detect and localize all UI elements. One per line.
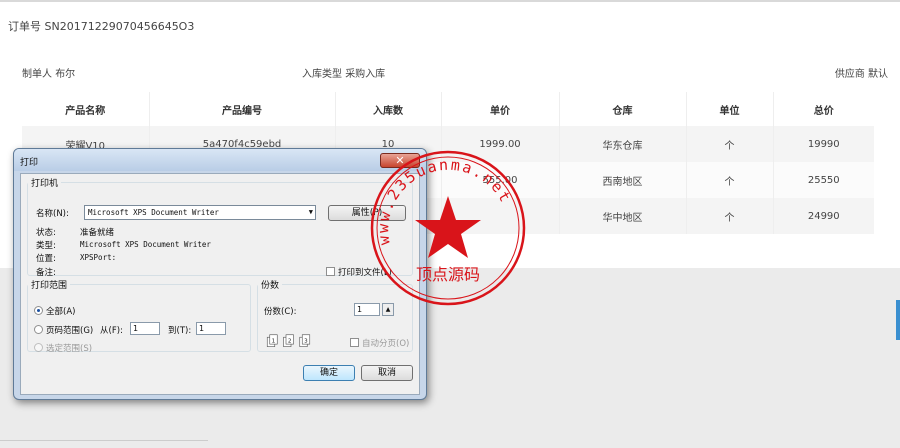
column-header: 仓库 <box>559 92 687 126</box>
print-to-file-checkbox[interactable]: 打印到文件(L) <box>326 266 392 278</box>
range-selection-radio[interactable]: 选定范围(S) <box>34 342 92 354</box>
table-cell: 19990 <box>773 126 874 162</box>
collate-label: 自动分页(O) <box>362 339 410 349</box>
radio-icon <box>34 343 43 352</box>
type-value: Microsoft XPS Document Writer <box>80 240 211 249</box>
where-label: 位置: <box>36 254 56 264</box>
maker-label: 制单人 <box>22 69 52 80</box>
svg-text:1: 1 <box>272 338 276 344</box>
divider <box>0 440 208 441</box>
table-cell: 24990 <box>773 198 874 234</box>
status-label: 状态: <box>36 228 56 238</box>
dialog-titlebar[interactable]: 打印 ✕ <box>14 149 426 171</box>
type-label: 类型: <box>36 241 56 251</box>
column-header: 单位 <box>686 92 774 126</box>
from-label: 从(F): <box>100 326 123 336</box>
range-pages-label: 页码范围(G) <box>46 326 94 336</box>
properties-button[interactable]: 属性(P) <box>328 205 406 221</box>
printer-select[interactable]: Microsoft XPS Document Writer ▼ <box>84 205 316 220</box>
table-cell: 个 <box>686 198 774 234</box>
svg-text:3: 3 <box>304 338 308 344</box>
printer-group-label: 打印机 <box>31 179 59 189</box>
order-number: SN20171229070456645O3 <box>44 20 195 33</box>
table-cell: 25550 <box>773 162 874 198</box>
column-header: 单价 <box>441 92 560 126</box>
table-cell <box>441 198 560 234</box>
print-range-label: 打印范围 <box>31 281 68 291</box>
where-value: XPSPort: <box>80 253 117 262</box>
range-pages-radio[interactable]: 页码范围(G) <box>34 324 93 336</box>
to-label: 到(T): <box>168 326 192 336</box>
table-header-row: 产品名称 产品编号 入库数 单价 仓库 单位 总价 <box>22 92 874 126</box>
supplier-label: 供应商 <box>834 69 865 80</box>
table-cell: 个 <box>686 126 774 162</box>
checkbox-icon <box>350 338 359 347</box>
table-cell: 555.00 <box>441 162 560 198</box>
close-icon: ✕ <box>395 154 405 167</box>
collate-pages-icon: 1 2 3 <box>266 334 311 347</box>
spin-arrows-icon: ▲ <box>385 306 391 313</box>
dialog-title: 打印 <box>20 158 39 168</box>
copies-label: 份数(C): <box>264 307 297 317</box>
copies-input[interactable]: 1 <box>354 303 380 316</box>
range-all-label: 全部(A) <box>46 307 76 317</box>
inbound-type-label: 入库类型 <box>302 69 342 80</box>
inbound-type-value: 采购入库 <box>345 69 386 80</box>
supplier-field: 供应商 默认 <box>835 65 888 80</box>
printer-select-value: Microsoft XPS Document Writer <box>88 208 219 217</box>
order-number-line: 订单号 SN20171229070456645O3 <box>8 18 194 34</box>
column-header: 产品编号 <box>149 92 336 126</box>
ok-button[interactable]: 确定 <box>303 365 355 381</box>
top-divider <box>0 0 900 2</box>
cancel-button[interactable]: 取消 <box>361 365 413 381</box>
chevron-down-icon: ▼ <box>308 208 313 216</box>
order-number-label: 订单号 <box>8 20 41 33</box>
dialog-body: 打印机 名称(N): Microsoft XPS Document Writer… <box>20 173 420 395</box>
scrollbar-edge[interactable] <box>896 300 900 340</box>
collate-checkbox[interactable]: 自动分页(O) <box>350 337 409 349</box>
table-cell: 1999.00 <box>441 126 560 162</box>
print-dialog: 打印 ✕ 打印机 名称(N): Microsoft XPS Document W… <box>13 148 427 400</box>
table-cell: 华东仓库 <box>559 126 687 162</box>
copies-group-label: 份数 <box>261 281 280 291</box>
checkbox-icon <box>326 267 335 276</box>
range-selection-label: 选定范围(S) <box>46 344 93 354</box>
table-cell: 西南地区 <box>559 162 687 198</box>
maker-value: 布尔 <box>55 69 76 80</box>
comment-label: 备注: <box>36 268 56 278</box>
table-cell: 个 <box>686 162 774 198</box>
supplier-value: 默认 <box>868 69 888 80</box>
inbound-type-field: 入库类型 采购入库 <box>302 65 385 80</box>
range-all-radio[interactable]: 全部(A) <box>34 305 75 317</box>
table-cell: 华中地区 <box>559 198 687 234</box>
printer-name-label: 名称(N): <box>36 209 69 219</box>
maker-field: 制单人 布尔 <box>22 65 75 80</box>
radio-icon <box>34 325 43 334</box>
from-page-input[interactable]: 1 <box>130 322 160 335</box>
to-page-input[interactable]: 1 <box>196 322 226 335</box>
column-header: 入库数 <box>335 92 442 126</box>
close-button[interactable]: ✕ <box>380 153 420 168</box>
status-value: 准备就绪 <box>80 228 115 238</box>
copies-spinner[interactable]: ▲ <box>382 303 394 316</box>
copies-group: 份数 份数(C): 1 ▲ 1 2 3 自动分页(O) <box>257 278 413 352</box>
column-header: 总价 <box>813 105 834 117</box>
radio-selected-icon <box>34 306 43 315</box>
column-header: 产品名称 <box>22 92 150 126</box>
print-to-file-label: 打印到文件(L) <box>338 268 392 278</box>
printer-group: 打印机 名称(N): Microsoft XPS Document Writer… <box>27 176 413 278</box>
svg-text:2: 2 <box>288 338 292 344</box>
print-range-group: 打印范围 全部(A) 页码范围(G) 从(F): 1 到(T): 1 选定范围(… <box>27 278 251 354</box>
